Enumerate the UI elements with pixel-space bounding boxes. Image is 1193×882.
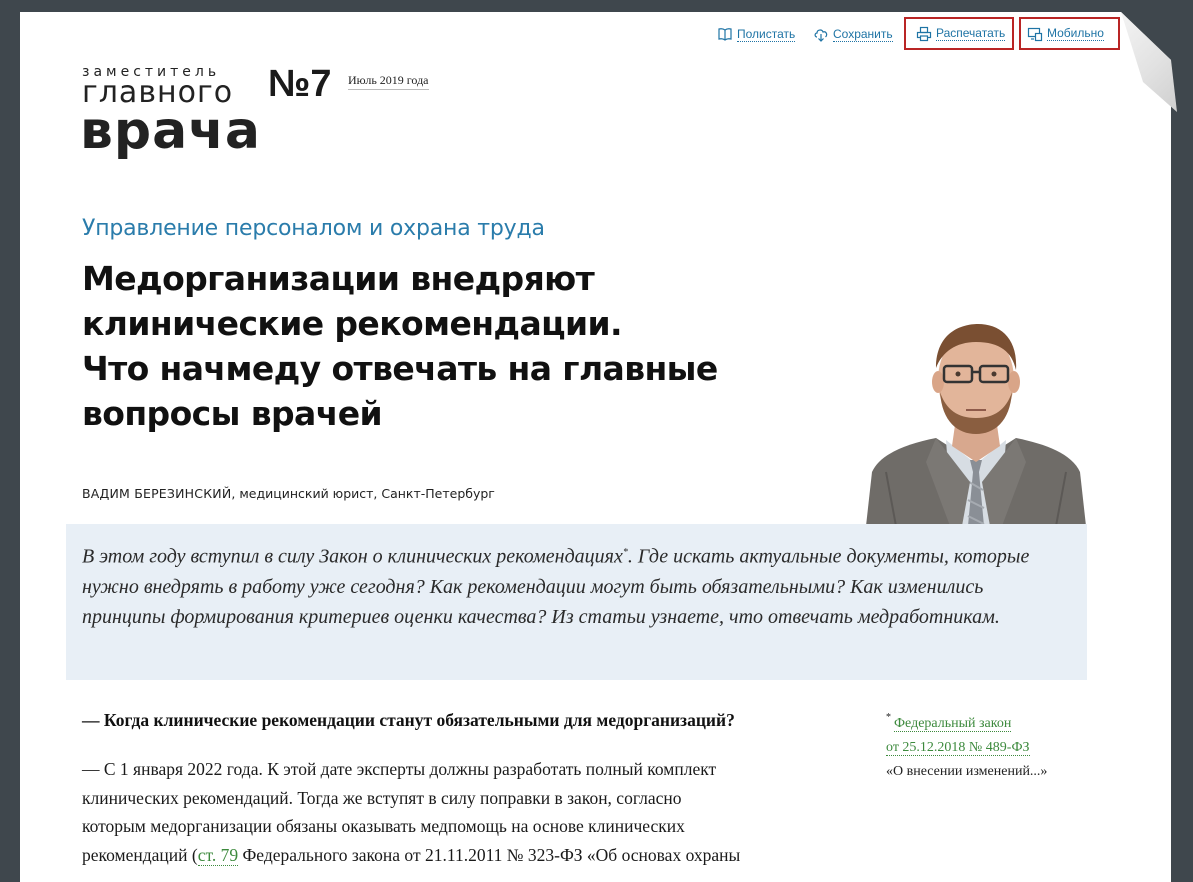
author-role: , медицинский юрист, Санкт-Петербург — [231, 486, 495, 501]
save-button[interactable]: Сохранить — [813, 26, 893, 42]
footnote-link-text: Федеральный закон — [894, 716, 1012, 732]
devices-icon — [1027, 27, 1043, 41]
title-line: вопросы врачей — [82, 394, 383, 433]
article-title: Медорганизации внедряют клинические реко… — [82, 256, 722, 436]
mobile-button[interactable]: Мобильно — [1019, 17, 1120, 50]
article-lead: В этом году вступил в силу Закон о клини… — [66, 524, 1087, 680]
title-line: Медорганизации внедряют — [82, 259, 595, 298]
title-line: клинические рекомендации. — [82, 304, 623, 343]
answer-line: которым медорганизации обязаны оказывать… — [82, 816, 685, 836]
toolbar: Полистать Сохранить Распечатать Мобильно — [0, 17, 1193, 56]
author-name: ВАДИМ БЕРЕЗИНСКИЙ — [82, 486, 232, 501]
article-author: ВАДИМ БЕРЕЗИНСКИЙ, медицинский юрист, Са… — [82, 486, 495, 501]
interview-answer: — С 1 января 2022 года. К этой дате эксп… — [82, 755, 842, 869]
footnote-law-link[interactable]: Федеральный закон — [886, 712, 1106, 736]
answer-text: Федерального закона от 21.11.2011 № 323-… — [238, 844, 741, 865]
interview-question: — Когда клинические рекомендации станут … — [82, 710, 735, 730]
law-article-link[interactable]: ст. 79 — [197, 844, 239, 866]
issue-date[interactable]: Июль 2019 года — [348, 73, 429, 90]
footnote: * Федеральный закон от 25.12.2018 № 489-… — [886, 712, 1106, 784]
print-button[interactable]: Распечатать — [904, 17, 1014, 50]
printer-icon — [916, 26, 932, 41]
title-line: Что начмеду отвечать на главные — [82, 349, 718, 388]
answer-line: — С 1 января 2022 года. К этой дате эксп… — [82, 759, 717, 779]
lead-text-part: В этом году вступил в силу Закон о клини… — [82, 545, 623, 568]
footnote-description: «О внесении изменений...» — [886, 764, 1048, 779]
footnote-law-link-date[interactable]: от 25.12.2018 № 489-ФЗ — [886, 736, 1106, 760]
open-book-icon — [718, 28, 732, 41]
lead-text: В этом году вступил в силу Закон о клини… — [82, 538, 1071, 632]
footnote-star: * — [886, 712, 891, 723]
answer-text: рекомендаций ( — [82, 844, 198, 865]
mobile-label: Мобильно — [1047, 26, 1104, 41]
author-photo — [866, 324, 1086, 526]
issue-number: №7 — [268, 63, 332, 105]
save-label: Сохранить — [833, 26, 893, 42]
answer-line: клинических рекомендаций. Тогда же вступ… — [82, 787, 682, 808]
cloud-download-icon — [814, 29, 828, 42]
print-label: Распечатать — [936, 26, 1006, 41]
answer-line: рекомендаций (ст. 79 Федерального закона… — [82, 841, 842, 870]
browse-label: Полистать — [737, 26, 796, 42]
browse-button[interactable]: Полистать — [717, 26, 796, 42]
article-rubric[interactable]: Управление персоналом и охрана труда — [82, 216, 545, 241]
logo-line-3: врача — [80, 101, 262, 161]
footnote-link-text: от 25.12.2018 № 489-ФЗ — [886, 740, 1030, 756]
